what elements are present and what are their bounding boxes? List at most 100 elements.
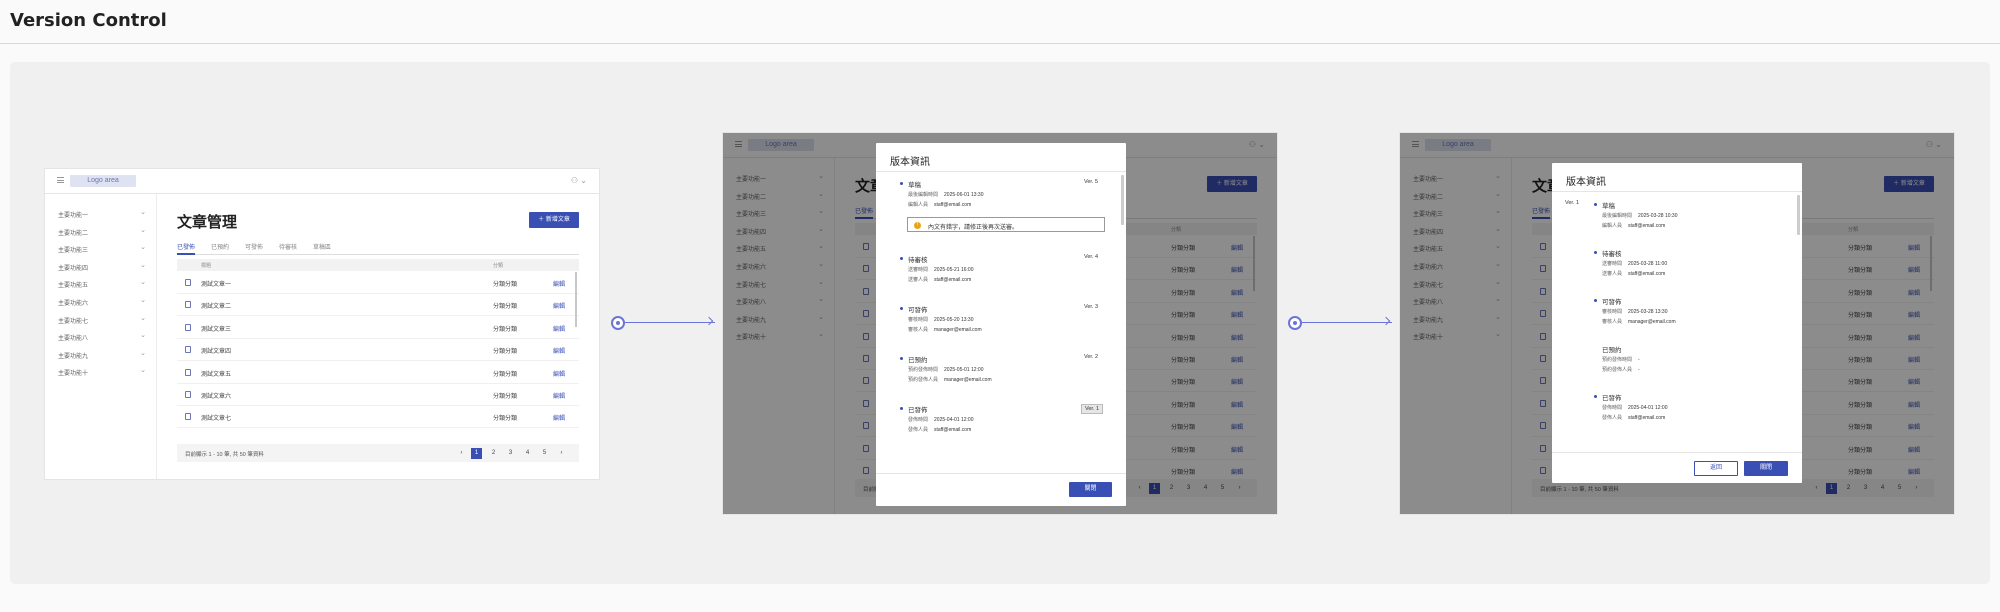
version-item[interactable]: 已發佈 發佈時間 2025-04-01 12:00 發佈人員 staff@email.c…	[900, 404, 1100, 434]
modal-title: 版本資訊	[1566, 177, 1606, 188]
version-item[interactable]: 已預約 預約發佈時間 - 預約發佈人員 -	[1594, 344, 1774, 374]
modal-scrollbar[interactable]	[1797, 195, 1800, 235]
close-button[interactable]: 關閉	[1069, 482, 1112, 497]
edit-link[interactable]: 編輯	[553, 391, 565, 400]
back-button[interactable]: 返回	[1694, 461, 1738, 476]
version-item[interactable]: 待審核 送審時間 2025-03-28 11:00 送審人員 staff@email.c…	[1594, 248, 1774, 278]
sidebar-item-label: 主要功能三	[58, 248, 89, 255]
sidebar-item-label: 主要功能二	[58, 230, 89, 237]
version-tag[interactable]: Ver. 4	[1084, 254, 1098, 260]
meta-value: 2025-05-21 16:00	[934, 267, 974, 273]
new-article-button[interactable]: ＋ 新增文章	[529, 212, 579, 228]
version-item[interactable]: 草稿 最後編輯時間 2025-03-28 10:30 編輯人員 staff@email.…	[1594, 200, 1774, 230]
next-page[interactable]: ›	[556, 448, 567, 459]
pagination-info: 目前顯示 1 - 10 筆, 共 50 筆資料	[185, 452, 264, 458]
table-row[interactable]: 測試文章二 分類分類 編輯	[177, 294, 579, 317]
version-item[interactable]: 已發佈 發佈時間 2025-04-01 12:00 發佈人員 staff@email.c…	[1594, 392, 1774, 422]
table-scrollbar[interactable]	[575, 272, 577, 327]
chevron-down-icon: ⌄	[140, 314, 146, 322]
sidebar-item[interactable]: 主要功能三 ⌄	[58, 244, 146, 255]
table-row[interactable]: 測試文章四 分類分類 編輯	[177, 339, 579, 362]
col-category: 分類	[493, 263, 504, 269]
version-item[interactable]: 可發佈 審核時間 2025-05-20 13:30 審核人員 manager@email…	[900, 304, 1100, 334]
version-tag[interactable]: Ver. 1	[1081, 404, 1104, 414]
modal-scrollbar[interactable]	[1121, 175, 1124, 225]
new-article-label: 新增文章	[545, 217, 570, 223]
row-category: 分類分類	[493, 282, 518, 288]
meta-label: 發佈時間	[908, 417, 929, 423]
page-3[interactable]: 3	[505, 448, 516, 459]
close-button[interactable]: 關閉	[1744, 461, 1788, 476]
sidebar-item[interactable]: 主要功能一 ⌄	[58, 209, 146, 220]
edit-link[interactable]: 編輯	[553, 369, 565, 378]
sidebar-item-label: 主要功能六	[58, 301, 89, 307]
version-item[interactable]: 草稿 最後編輯時間 2025-06-01 13:30 編輯人員 staff@email.…	[900, 179, 1100, 209]
menu-icon[interactable]	[57, 177, 64, 183]
version-status: 草稿	[1602, 203, 1615, 210]
chevron-down-icon: ⌄	[140, 332, 146, 340]
user-icon[interactable]: ⚇ ⌄	[571, 176, 587, 185]
version-item[interactable]: 可發佈 審核時間 2025-03-28 13:30 審核人員 manager@email…	[1594, 296, 1774, 326]
bullet-icon	[900, 357, 903, 360]
meta-label: 發佈人員	[908, 427, 929, 433]
meta-value: 2025-05-20 13:30	[934, 317, 974, 323]
meta-label: 預約發佈時間	[1602, 357, 1633, 363]
alert-text: 內文有錯字，請修正後再次送審。	[928, 225, 1019, 231]
meta-value: manager@email.com	[1628, 319, 1676, 325]
sidebar-item[interactable]: 主要功能四 ⌄	[58, 261, 146, 273]
version-status: 待審核	[908, 257, 928, 264]
version-item[interactable]: 待審核 送審時間 2025-05-21 16:00 送審人員 staff@email.c…	[900, 254, 1100, 284]
document-icon	[185, 368, 191, 376]
chevron-down-icon: ⌄	[140, 261, 146, 269]
document-icon	[185, 301, 191, 309]
edit-link[interactable]: 編輯	[553, 346, 565, 355]
version-tag[interactable]: Ver. 3	[1084, 304, 1098, 310]
sidebar-item[interactable]: 主要功能七 ⌄	[58, 314, 146, 326]
page-title: Version Control	[10, 10, 167, 31]
table-row[interactable]: 測試文章三 分類分類 編輯	[177, 317, 579, 339]
sidebar-item[interactable]: 主要功能十 ⌄	[58, 367, 146, 378]
meta-value: 2025-05-01 12:00	[944, 367, 984, 373]
sidebar-item[interactable]: 主要功能五 ⌄	[58, 279, 146, 290]
sidebar-item[interactable]: 主要功能八 ⌄	[58, 332, 146, 343]
page-2[interactable]: 2	[488, 448, 499, 459]
page-4[interactable]: 4	[522, 448, 533, 459]
version-meta-row: 送審人員 staff@email.com	[1602, 270, 1665, 277]
page-1[interactable]: 1	[471, 448, 482, 459]
edit-link[interactable]: 編輯	[553, 279, 565, 288]
tab-1[interactable]: 已預約	[211, 242, 229, 251]
edit-link[interactable]: 編輯	[553, 324, 565, 333]
tab-0[interactable]: 已發佈	[177, 242, 195, 251]
version-meta-row: 送審人員 staff@email.com	[908, 276, 971, 283]
table-row[interactable]: 測試文章五 分類分類 編輯	[177, 362, 579, 384]
sidebar-item[interactable]: 主要功能六 ⌄	[58, 297, 146, 308]
version-tag[interactable]: Ver. 5	[1084, 179, 1098, 185]
tab-3[interactable]: 待審核	[279, 242, 297, 251]
version-item[interactable]: 已預約 預約發佈時間 2025-05-01 12:00 預約發佈人員 manager@e…	[900, 354, 1100, 384]
pagination: 目前顯示 1 - 10 筆, 共 50 筆資料 ‹ 12345 ›	[177, 444, 579, 462]
meta-label: 送審時間	[1602, 261, 1623, 267]
table-row[interactable]: 測試文章七 分類分類 編輯	[177, 406, 579, 429]
meta-value: staff@email.com	[934, 427, 972, 433]
table-row[interactable]: 測試文章一 分類分類 編輯	[177, 272, 579, 294]
article-title: 文章管理	[177, 214, 238, 231]
version-meta-row: 發佈人員 staff@email.com	[908, 426, 971, 433]
page-header: Version Control	[0, 0, 2000, 44]
sidebar-item[interactable]: 主要功能二 ⌄	[58, 227, 146, 238]
meta-value: staff@email.com	[934, 202, 972, 208]
tab-2[interactable]: 可發佈	[245, 242, 263, 251]
table-row[interactable]: 測試文章六 分類分類 編輯	[177, 384, 579, 406]
version-status: 已發佈	[908, 407, 928, 414]
prev-page[interactable]: ‹	[456, 448, 467, 459]
version-tag[interactable]: Ver. 2	[1084, 354, 1098, 360]
arrow-head	[1381, 316, 1391, 326]
sidebar-item[interactable]: 主要功能九 ⌄	[58, 350, 146, 361]
meta-value: -	[1638, 357, 1640, 363]
meta-label: 審核人員	[908, 327, 929, 333]
edit-link[interactable]: 編輯	[553, 413, 565, 422]
edit-link[interactable]: 編輯	[553, 301, 565, 310]
sidebar-item-label: 主要功能十	[58, 371, 89, 378]
meta-value: -	[1638, 367, 1640, 373]
tab-4[interactable]: 草稿區	[313, 242, 331, 251]
page-5[interactable]: 5	[539, 448, 550, 459]
